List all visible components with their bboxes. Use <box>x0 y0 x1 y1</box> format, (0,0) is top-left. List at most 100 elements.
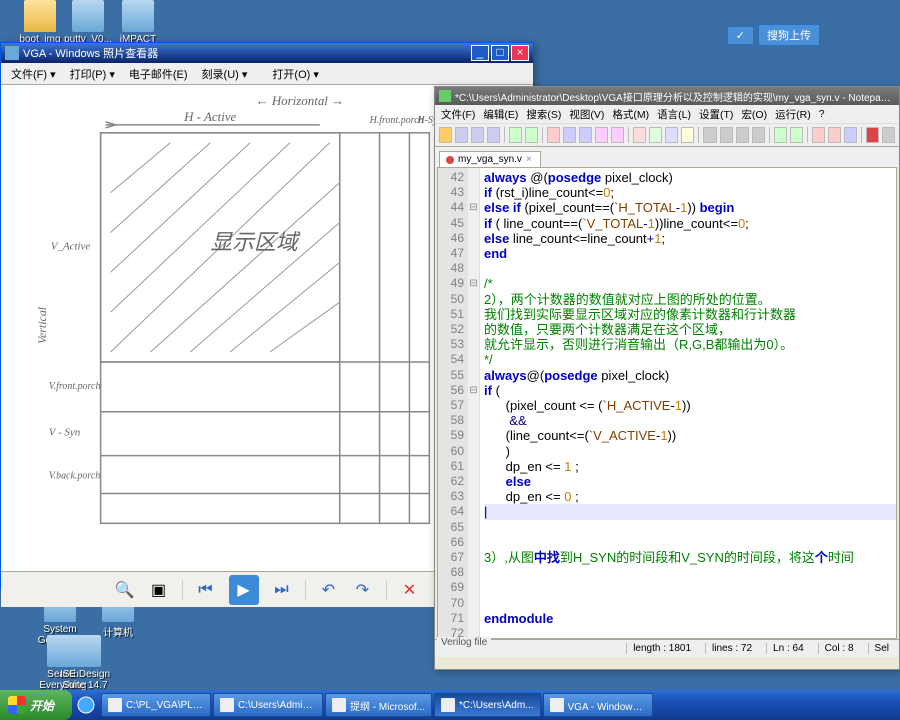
rotate-right-button[interactable]: ↷ <box>352 579 374 601</box>
window-title: VGA - Windows 照片查看器 <box>23 45 471 61</box>
task-label: C:\Users\Adminis... <box>238 700 316 711</box>
tab-bar: my_vga_syn.v × <box>435 147 899 167</box>
taskbar-item[interactable]: C:\PL_VGA\PL_VGA... <box>101 693 211 717</box>
taskbar: 开始 C:\PL_VGA\PL_VGA... C:\Users\Adminis..… <box>0 690 900 720</box>
close-button[interactable]: × <box>511 45 529 61</box>
menu-item[interactable]: 刻录(U) ▾ <box>196 64 254 84</box>
status-ln: Ln : 64 <box>766 643 810 654</box>
toolbar-button[interactable] <box>752 127 765 143</box>
file-tab[interactable]: my_vga_syn.v × <box>439 151 541 167</box>
label-v-front: V.front.porch <box>49 381 101 392</box>
windows-logo-icon <box>8 696 26 714</box>
taskbar-item[interactable]: C:\Users\Adminis... <box>213 693 323 717</box>
minimize-button[interactable]: _ <box>471 45 489 61</box>
rotate-left-button[interactable]: ↶ <box>318 579 340 601</box>
menu-item[interactable]: 格式(M) <box>608 105 653 124</box>
notepadpp-menubar: 文件(F)编辑(E)搜索(S)视图(V)格式(M)语言(L)设置(T)宏(O)运… <box>435 105 899 123</box>
menu-item[interactable]: 打印(P) ▾ <box>64 64 121 84</box>
prev-button[interactable]: ⏮ <box>195 579 217 601</box>
toolbar-button[interactable] <box>828 127 841 143</box>
task-label: 提纲 - Microsof... <box>350 698 425 713</box>
menu-item[interactable]: 编辑(E) <box>479 105 522 124</box>
toolbar-button[interactable] <box>649 127 662 143</box>
tab-label: my_vga_syn.v <box>458 154 522 165</box>
menu-item[interactable]: 设置(T) <box>695 105 737 124</box>
icon-label: ISE Design Suite 14.7 <box>55 669 115 691</box>
menu-item[interactable]: 文件(F) ▾ <box>5 64 62 84</box>
toolbar-button[interactable] <box>774 127 787 143</box>
task-icon <box>550 698 564 712</box>
toolbar-button[interactable] <box>844 127 857 143</box>
toolbar-button[interactable] <box>790 127 803 143</box>
toolbar-button[interactable] <box>882 127 895 143</box>
toolbar-button[interactable] <box>611 127 624 143</box>
label-h-front: H.front.porch <box>369 115 424 126</box>
notepadpp-titlebar[interactable]: *C:\Users\Administrator\Desktop\VGA接口原理分… <box>435 87 899 105</box>
toolbar-button[interactable] <box>866 127 879 143</box>
status-bar: length : 1801 lines : 72 Ln : 64 Col : 8… <box>435 639 899 657</box>
menu-item[interactable]: 视图(V) <box>565 105 608 124</box>
menu-item[interactable]: 搜索(S) <box>522 105 565 124</box>
zoom-button[interactable]: 🔍 <box>114 579 136 601</box>
slideshow-button[interactable]: ▶ <box>229 575 259 605</box>
label-display-area: 显示区域 <box>210 229 301 254</box>
fold-column[interactable]: ⊟⊟⊟ <box>468 168 480 638</box>
toolbar-button[interactable] <box>812 127 825 143</box>
menu-item[interactable]: ? <box>815 106 829 122</box>
task-icon <box>108 698 122 712</box>
toolbar-button[interactable] <box>703 127 716 143</box>
toolbar-button[interactable] <box>633 127 646 143</box>
start-button[interactable]: 开始 <box>0 690 72 720</box>
menu-item[interactable]: 电子邮件(E) <box>123 64 194 84</box>
toolbar-button[interactable] <box>509 127 522 143</box>
menu-item[interactable]: 运行(R) <box>771 105 815 124</box>
delete-button[interactable]: ✕ <box>399 579 421 601</box>
next-button[interactable]: ⏭ <box>271 579 293 601</box>
line-gutter: 4243444546474849505152535455565758596061… <box>438 168 468 638</box>
label-v-syn: V - Syn <box>49 427 81 439</box>
toolbar-button[interactable] <box>439 127 452 143</box>
photo-viewer-titlebar[interactable]: VGA - Windows 照片查看器 _ □ × <box>1 43 533 63</box>
toolbar-button[interactable] <box>525 127 538 143</box>
code-editor[interactable]: 4243444546474849505152535455565758596061… <box>437 167 897 639</box>
label-vertical: Vertical <box>35 306 49 344</box>
task-icon <box>332 698 346 712</box>
folder-icon <box>24 0 56 32</box>
toolbar-button[interactable] <box>547 127 560 143</box>
toolbar-button[interactable] <box>595 127 608 143</box>
language-indicator: Verilog file <box>437 637 491 651</box>
toolbar-button[interactable] <box>455 127 468 143</box>
menu-item[interactable]: 文件(F) <box>437 105 479 124</box>
label-h-active: H - Active <box>183 109 236 124</box>
taskbar-item[interactable]: 提纲 - Microsof... <box>325 693 432 717</box>
menu-item[interactable]: 语言(L) <box>653 105 695 124</box>
toolbar-button[interactable] <box>665 127 678 143</box>
toolbar-button[interactable] <box>720 127 733 143</box>
maximize-button[interactable]: □ <box>491 45 509 61</box>
toolbar-button[interactable] <box>563 127 576 143</box>
toolbar-button[interactable] <box>579 127 592 143</box>
status-col: Col : 8 <box>818 643 860 654</box>
desktop-icon-iMPACT[interactable]: iMPACT <box>108 0 168 45</box>
label-v-back: V.back.porch <box>49 471 100 482</box>
toolbar-button[interactable] <box>487 127 500 143</box>
browser-icon[interactable] <box>76 695 96 715</box>
app-icon <box>5 46 19 60</box>
tab-close-icon[interactable]: × <box>526 154 532 165</box>
upload-icon: ✓ <box>727 26 754 45</box>
start-label: 开始 <box>30 697 54 714</box>
fit-button[interactable]: ▣ <box>148 579 170 601</box>
photo-viewer-menubar: 文件(F) ▾打印(P) ▾电子邮件(E)刻录(U) ▾ 打开(O) ▾ <box>1 63 533 85</box>
menu-item[interactable]: 打开(O) ▾ <box>266 64 324 84</box>
upload-widget[interactable]: ✓ 搜狗上传 <box>727 24 820 46</box>
quick-launch <box>72 695 100 715</box>
taskbar-item[interactable]: VGA - Windows 照... <box>543 693 653 717</box>
code-text[interactable]: always @(posedge pixel_clock) if (rst_i)… <box>480 168 896 638</box>
toolbar-button[interactable] <box>736 127 749 143</box>
toolbar-button[interactable] <box>681 127 694 143</box>
desktop-icon-ISE-Design-Suite-14-7[interactable]: ISE Design Suite 14.7 <box>55 635 115 691</box>
menu-item[interactable]: 宏(O) <box>737 105 771 124</box>
toolbar-button[interactable] <box>471 127 484 143</box>
taskbar-item[interactable]: *C:\Users\Adm... <box>434 693 540 717</box>
app-icon <box>72 0 104 32</box>
